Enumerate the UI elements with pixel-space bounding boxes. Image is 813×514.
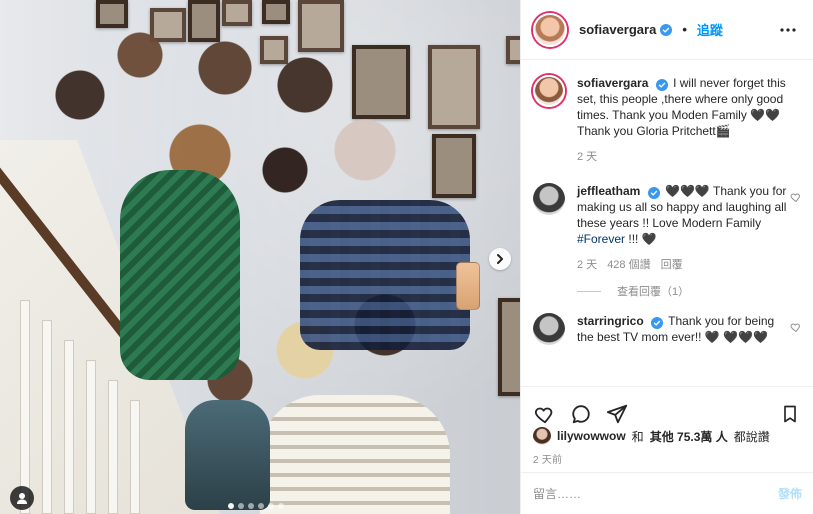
caption-avatar[interactable] [533,75,565,107]
caption-username[interactable]: sofiavergara [577,76,648,90]
verified-badge-icon [660,23,673,36]
carousel-dot [258,503,264,509]
add-comment-bar: 發佈 [521,472,813,514]
striped-sweater [260,395,450,514]
more-options-button[interactable] [775,17,801,43]
verified-badge-icon [651,317,664,329]
plaid-shirt [300,200,470,350]
next-image-button[interactable] [489,248,511,270]
comment-body: jeffleatham 🖤🖤🖤 Thank you for making us … [577,183,802,273]
verified-badge-icon [655,79,668,91]
child-figure [185,400,270,510]
author-username[interactable]: sofiavergara [579,22,656,37]
heart-icon [534,407,553,423]
instagram-post: sofiavergara • 追蹤 sofiavergara I will ne… [0,0,813,514]
likes-summary: lilywowwow 和 其他 75.3萬 人 都說讚 [533,426,803,446]
more-icon [780,27,796,32]
view-replies[interactable]: 查看回覆（1） [577,283,802,299]
author-username-row: sofiavergara • 追蹤 [579,20,723,39]
comment-likes-count[interactable]: 428 個讚 [607,257,650,273]
carousel-dots [228,503,284,509]
post-header: sofiavergara • 追蹤 [521,0,813,60]
dot-separator: • [682,22,687,37]
bookmark-icon [784,405,796,422]
carousel-dot [228,503,234,509]
comment-item: starringrico Thank you for being the bes… [533,313,802,345]
comment-item: jeffleatham 🖤🖤🖤 Thank you for making us … [533,183,802,273]
caption-meta: 2 天 [577,149,788,165]
send-icon [606,404,628,423]
carousel-dot [268,503,274,509]
likes-others-link[interactable]: 其他 75.3萬 人 [650,428,728,445]
carousel-dot [238,503,244,509]
comment-text-tail: !!! 🖤 [625,232,657,246]
user-icon [17,493,27,504]
comment-time: 2 天 [577,259,598,271]
view-replies-label[interactable]: 查看回覆（1） [617,283,689,299]
post-timestamp[interactable]: 2 天前 [533,451,562,466]
comment-reply-button[interactable]: 回覆 [661,257,683,273]
caption-comment: sofiavergara I will never forget this se… [533,75,802,165]
comment-meta: 2 天 428 個讚 回覆 [577,257,788,273]
comment-like-button[interactable] [790,191,802,203]
follow-button[interactable]: 追蹤 [697,20,723,39]
comment-like-button[interactable] [790,321,802,333]
comment-input[interactable] [533,486,753,501]
comment-username[interactable]: starringrico [577,314,644,328]
caption-time: 2 天 [577,151,598,163]
caption-body: sofiavergara I will never forget this se… [577,75,802,165]
chevron-right-icon [497,254,503,264]
post-side-panel: sofiavergara • 追蹤 sofiavergara I will ne… [520,0,813,514]
commenter-avatar[interactable] [533,183,565,215]
post-photo[interactable] [0,0,520,514]
commenter-avatar[interactable] [533,313,565,345]
replies-divider [577,290,601,292]
save-button[interactable] [778,402,802,426]
heart-icon [790,193,800,202]
likes-conjunction: 和 [631,429,644,444]
liker-username[interactable]: lilywowwow [557,429,626,443]
tagged-users-button[interactable] [10,486,34,510]
comment-icon [572,404,590,423]
likes-suffix: 都說讚 [733,429,770,444]
liker-avatar[interactable] [533,427,551,445]
author-avatar[interactable] [533,12,567,47]
phone-in-hand [456,262,480,310]
comment-button[interactable] [569,402,593,426]
comment-username[interactable]: jeffleatham [577,184,640,198]
green-dress [120,170,240,380]
heart-icon [790,323,800,332]
comment-body: starringrico Thank you for being the bes… [577,313,802,345]
like-button[interactable] [533,402,557,426]
share-button[interactable] [605,402,629,426]
verified-badge-icon [647,187,660,199]
carousel-dot [278,503,284,509]
comments-list: sofiavergara I will never forget this se… [521,61,813,385]
comment-hashtag[interactable]: #Forever [577,232,625,246]
post-comment-button[interactable]: 發佈 [778,485,802,502]
carousel-dot [248,503,254,509]
